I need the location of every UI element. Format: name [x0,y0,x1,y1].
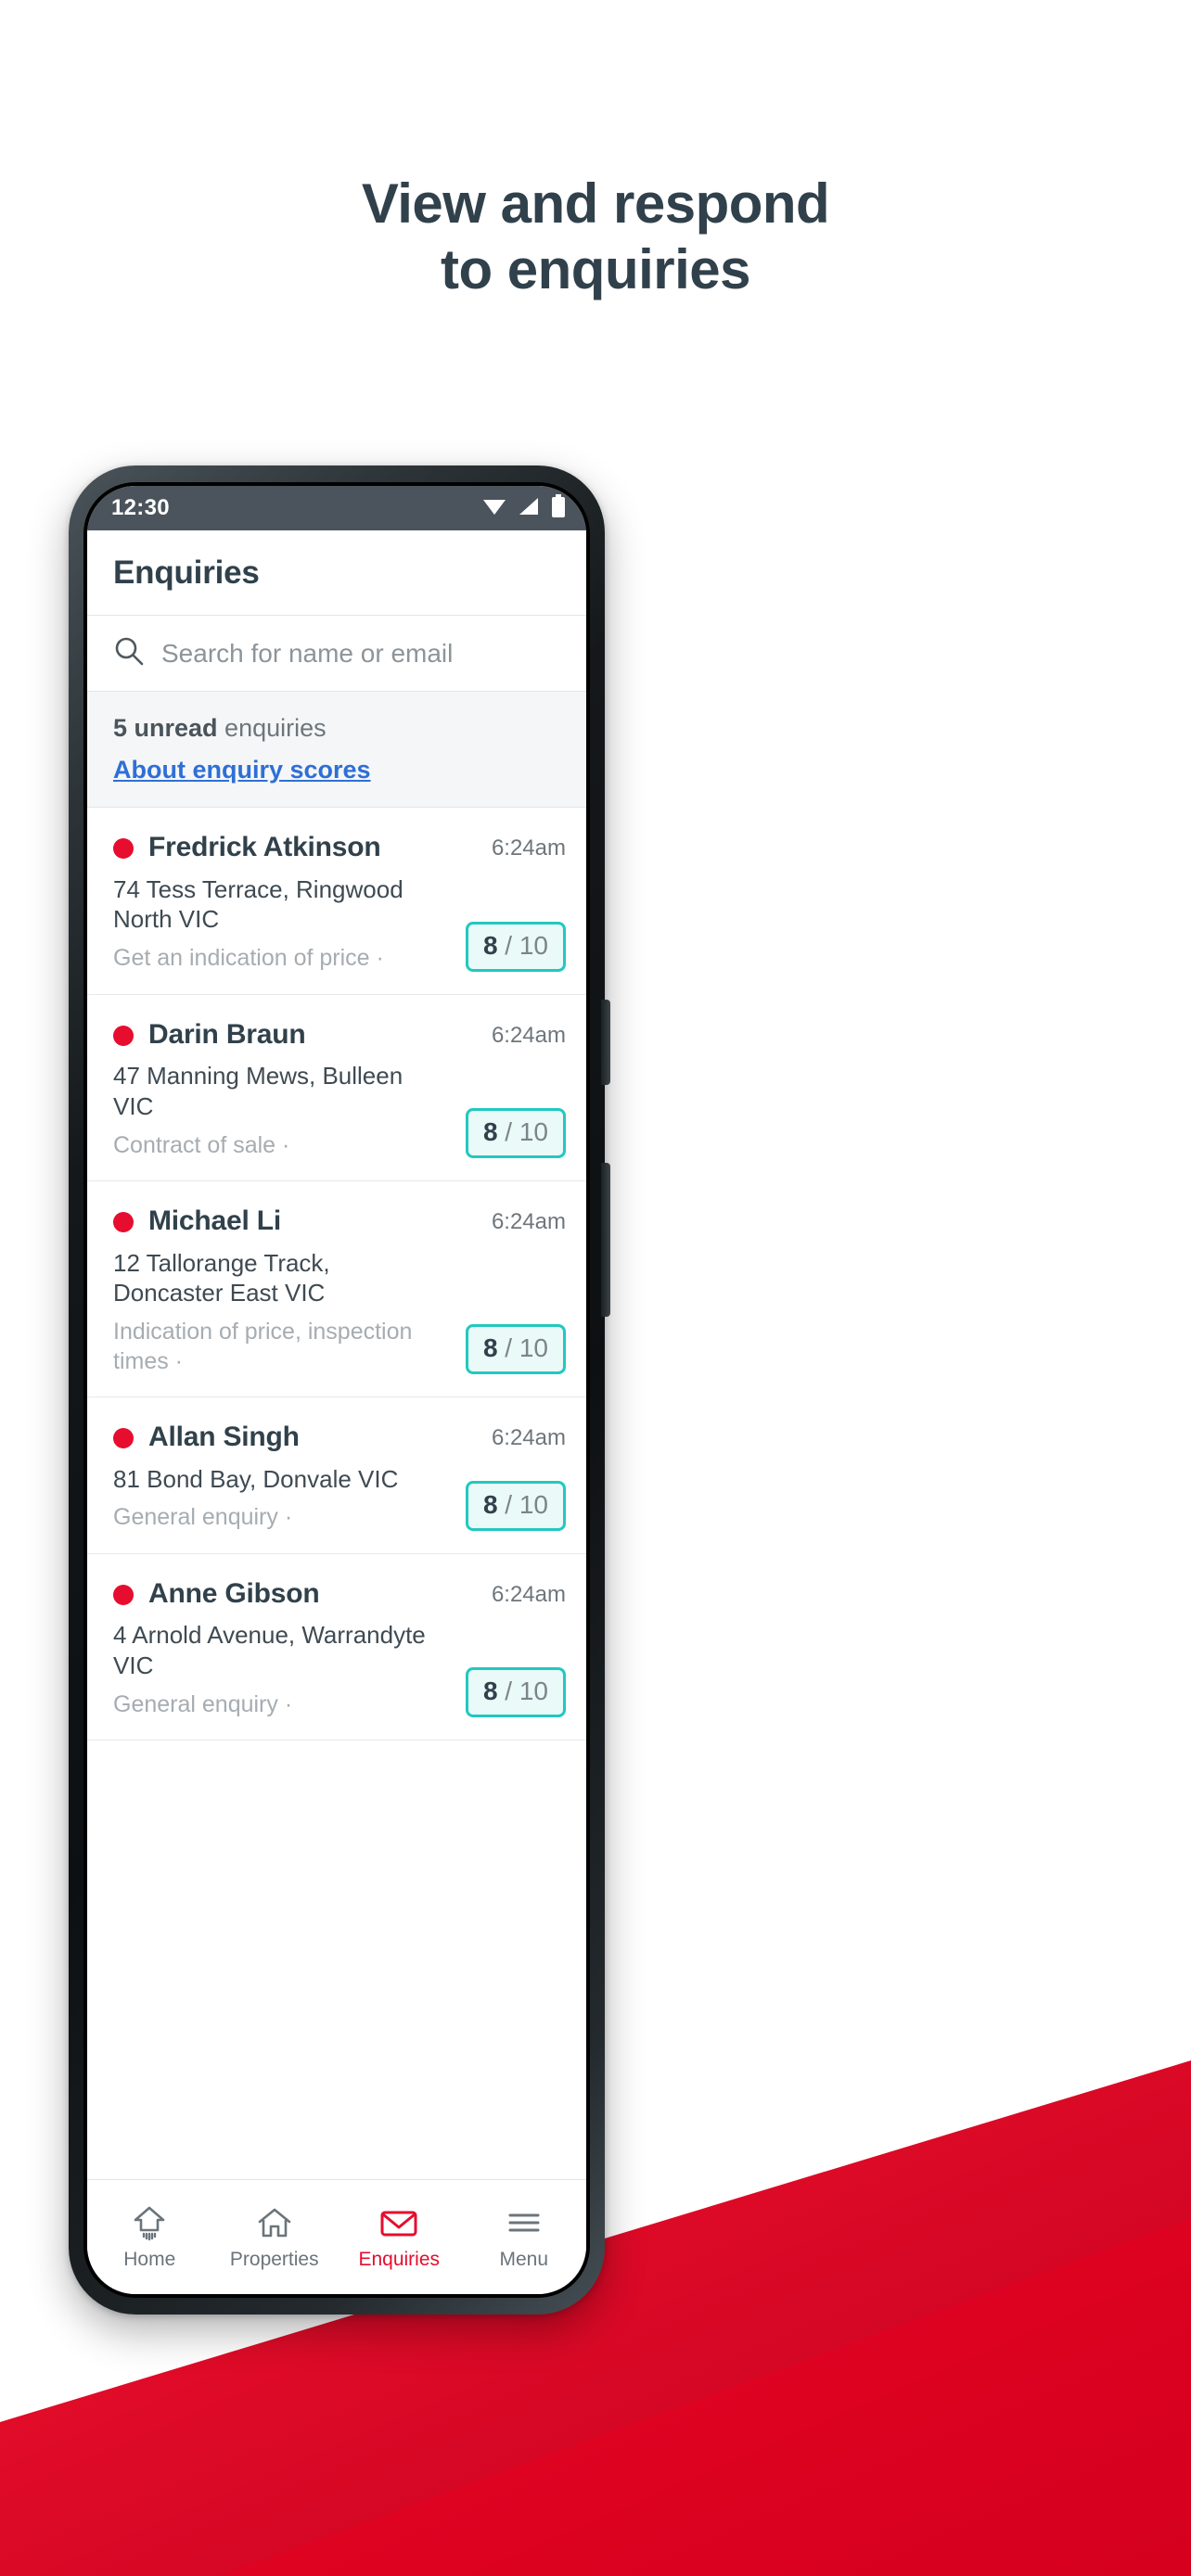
enquiry-score-badge: 8 / 10 [465,1324,566,1375]
enquiry-name: Fredrick Atkinson [148,832,381,863]
hamburger-icon [505,2203,544,2242]
phone-bezel: 12:30 Enquiries Search for name or email… [83,482,590,2298]
headline-line-1: View and respond [361,172,830,235]
unread-dot [113,1212,134,1233]
unread-dot [113,838,134,860]
battery-icon [551,493,566,523]
house-icon [255,2203,294,2242]
wifi-icon [482,496,506,521]
nav-item-enquiries[interactable]: Enquiries [337,2203,462,2271]
nav-item-menu[interactable]: Menu [462,2203,587,2271]
enquiry-score-badge: 8 / 10 [465,1667,566,1718]
nav-item-home[interactable]: Home [87,2203,212,2271]
about-enquiry-scores-link[interactable]: About enquiry scores [113,756,371,784]
score-value: 8 [482,1333,498,1363]
nav-item-label: Menu [499,2249,549,2270]
score-value: 8 [482,930,498,960]
unread-dot [113,1584,134,1605]
unread-count-text: 5 unread enquiries [113,712,560,745]
app-header: Enquiries [87,530,586,616]
phone-mockup: 12:30 Enquiries Search for name or email… [69,465,610,2315]
enquiry-list: Fredrick Atkinson 6:24am 74 Tess Terrace, … [87,808,586,2179]
enquiry-row[interactable]: Anne Gibson 6:24am 4 Arnold Avenue, Warran… [87,1554,586,1741]
page-title: Enquiries [113,554,260,591]
score-value: 8 [482,1489,498,1519]
unread-banner: 5 unread enquiries About enquiry scores [87,692,586,809]
status-bar-time: 12:30 [111,495,170,520]
enquiry-time: 6:24am [491,1209,566,1235]
enquiry-name: Anne Gibson [148,1577,320,1609]
enquiry-time: 6:24am [491,1022,566,1048]
nav-item-label: Home [123,2249,176,2270]
enquiry-score-badge: 8 / 10 [465,1108,566,1159]
enquiry-address: 12 Tallorange Track, Doncaster East VIC [113,1248,330,1307]
nav-item-label: Properties [229,2249,319,2270]
power-button[interactable] [601,1000,610,1085]
status-bar-icons [482,493,566,523]
signal-icon [518,496,540,521]
unread-dot [113,1428,134,1449]
enquiry-name: Darin Braun [148,1018,306,1050]
status-bar: 12:30 [87,486,586,530]
nav-item-properties[interactable]: Properties [212,2203,338,2271]
bottom-navigation: Home Properties Enquiries Menu [87,2179,586,2294]
score-value: 8 [482,1117,498,1147]
score-max: / 10 [505,1677,548,1706]
enquiry-row[interactable]: Allan Singh 6:24am 81 Bond Bay, Donvale VI… [87,1397,586,1554]
score-max: / 10 [505,1333,548,1363]
score-max: / 10 [505,1117,548,1147]
enquiry-row[interactable]: Darin Braun 6:24am 47 Manning Mews, Bullee… [87,995,586,1182]
unread-suffix: enquiries [217,714,327,742]
headline-line-2: to enquiries [440,237,751,300]
search-input[interactable]: Search for name or email [161,639,453,669]
enquiry-time: 6:24am [491,1425,566,1451]
enquiry-time: 6:24am [491,1581,566,1607]
unread-count: 5 unread [113,714,218,742]
enquiry-score-badge: 8 / 10 [465,1480,566,1531]
score-value: 8 [482,1677,498,1706]
home-upload-icon [130,2203,169,2242]
unread-dot [113,1025,134,1046]
page-headline: View and respond to enquiries [0,172,1191,303]
envelope-icon [378,2203,419,2242]
search-icon [113,635,145,671]
phone-screen: 12:30 Enquiries Search for name or email… [87,486,586,2294]
enquiry-time: 6:24am [491,835,566,861]
search-bar[interactable]: Search for name or email [87,616,586,692]
enquiry-score-badge: 8 / 10 [465,921,566,972]
nav-item-label: Enquiries [358,2249,441,2270]
enquiry-row[interactable]: Fredrick Atkinson 6:24am 74 Tess Terrace, … [87,808,586,995]
enquiry-name: Allan Singh [148,1422,300,1453]
volume-button[interactable] [601,1163,610,1317]
score-max: / 10 [505,930,548,960]
enquiry-row[interactable]: Michael Li 6:24am 12 Tallorange Track, Don… [87,1181,586,1398]
score-max: / 10 [505,1489,548,1519]
enquiry-name: Michael Li [148,1205,282,1237]
